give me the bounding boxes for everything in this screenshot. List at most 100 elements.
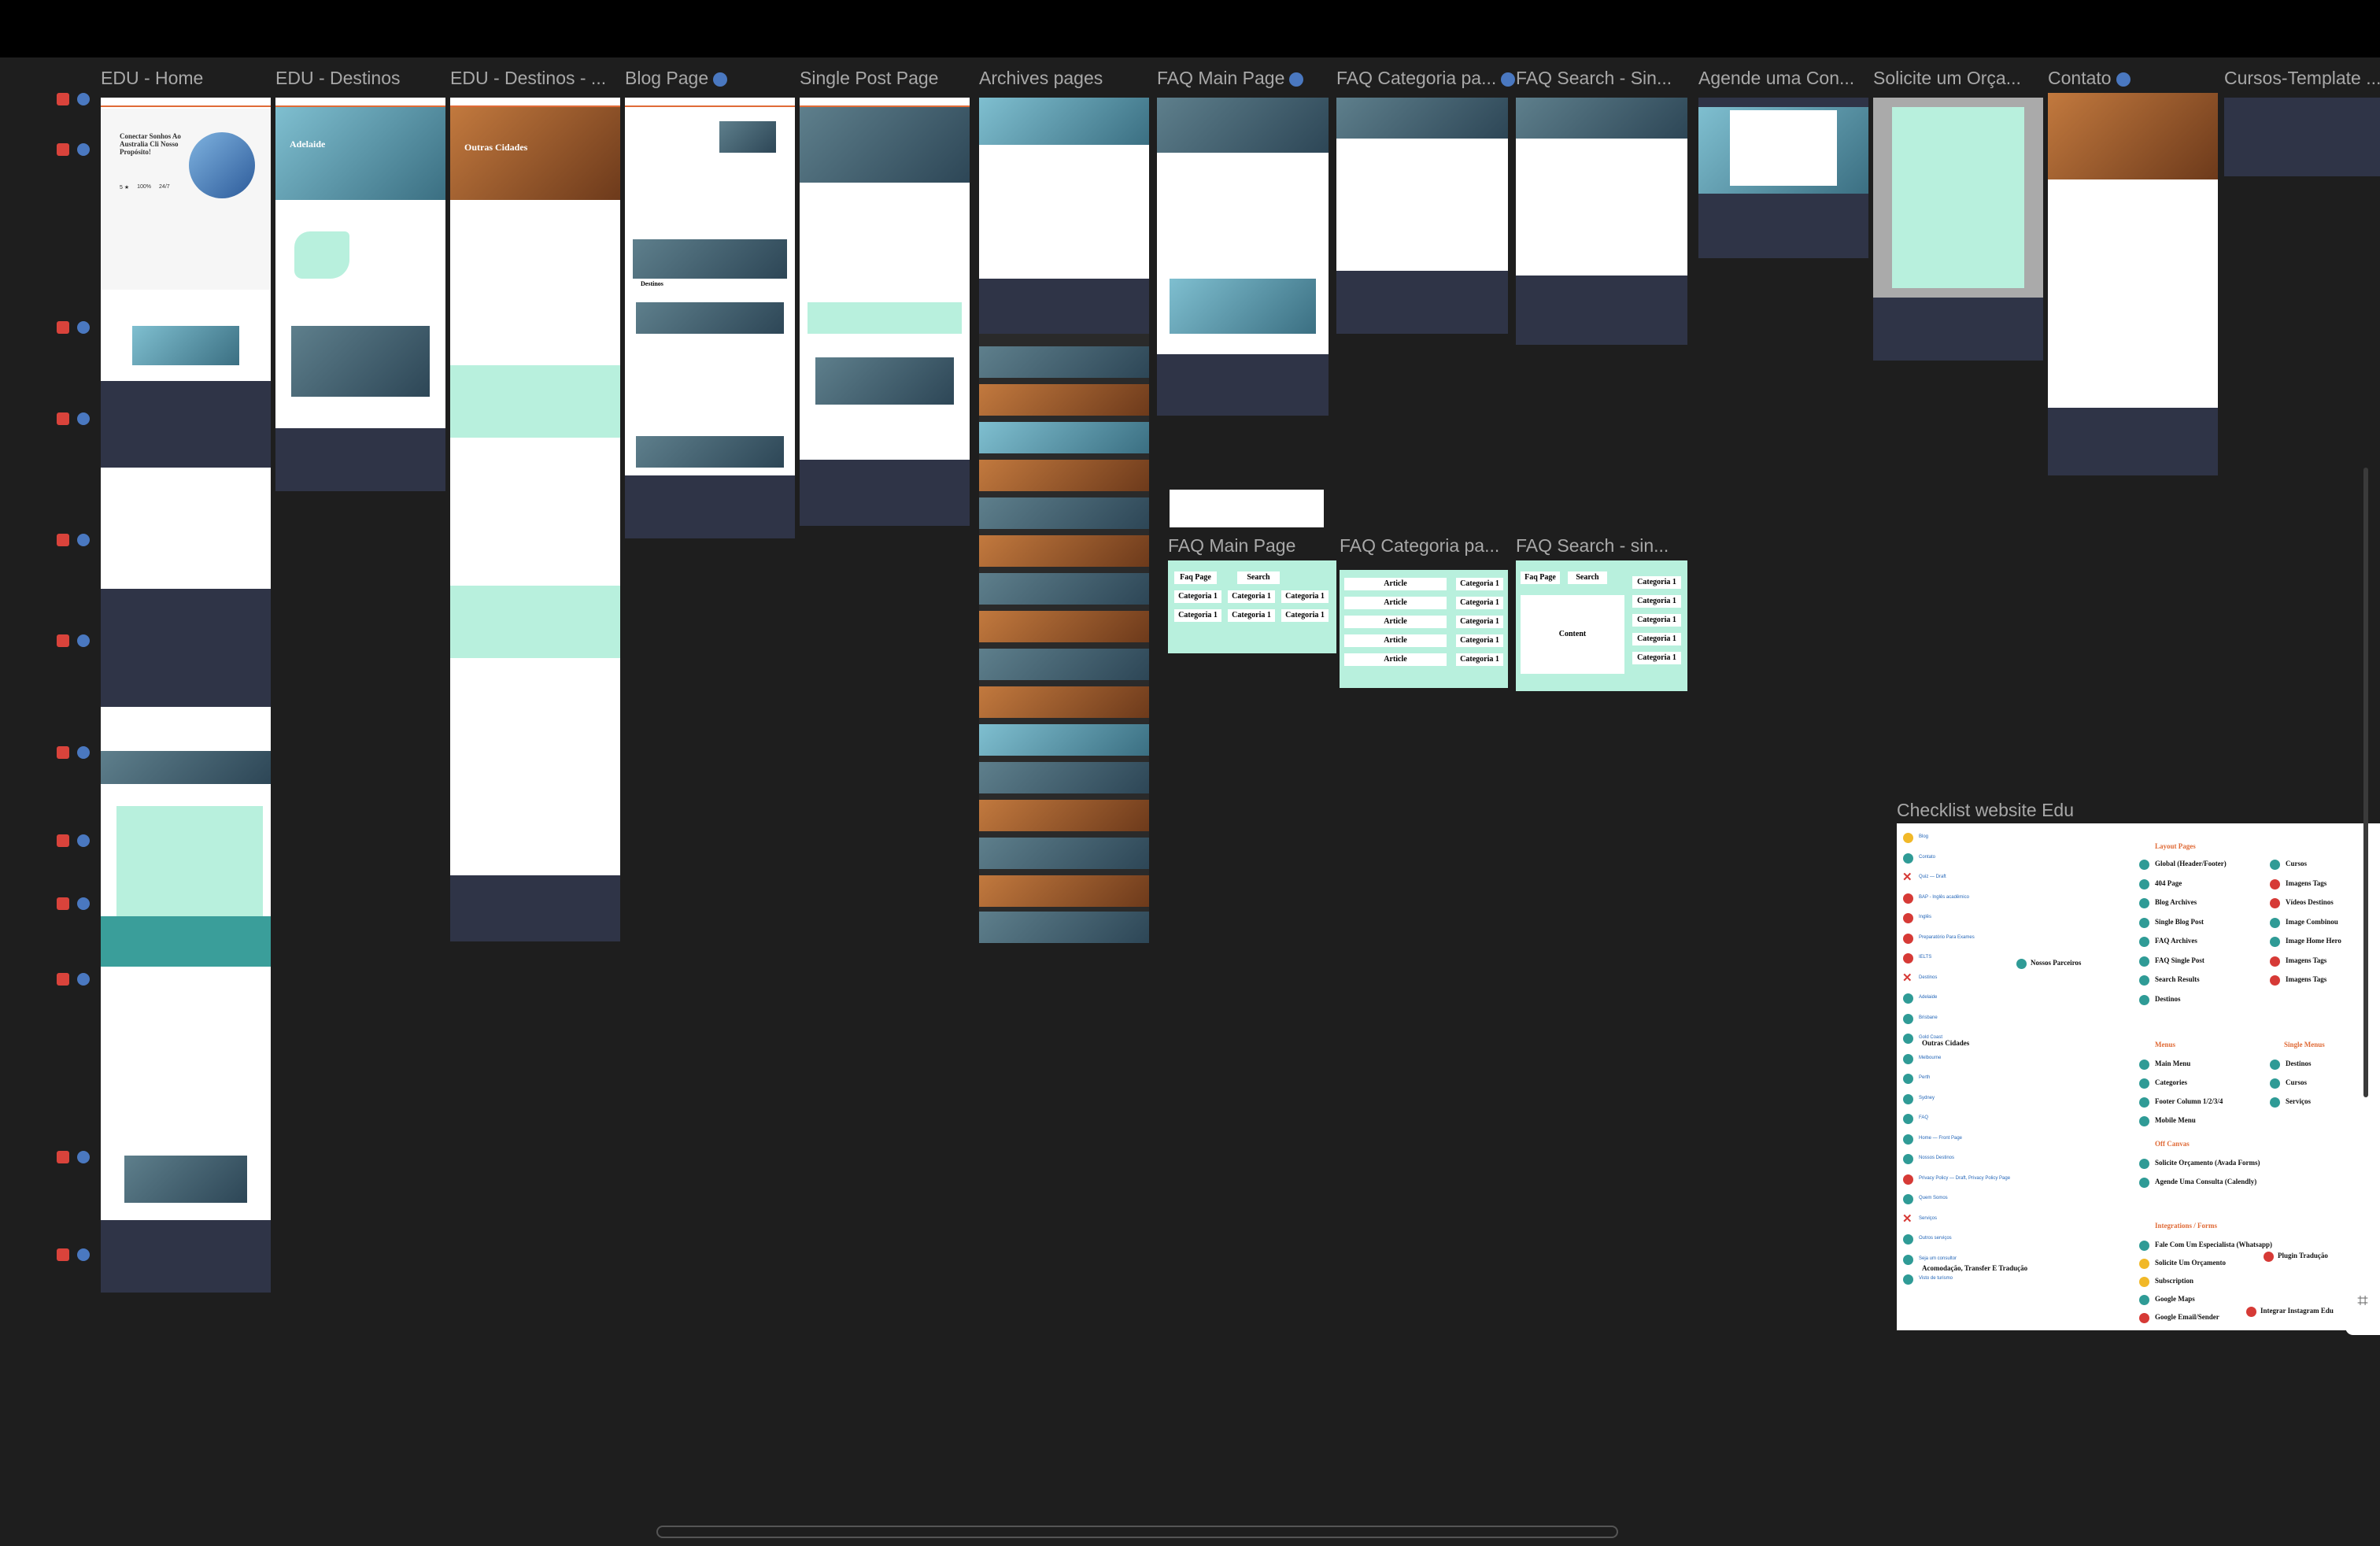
wordpress-icon[interactable] [77,143,90,156]
status-dot [2270,1060,2280,1070]
archive-strip-6 [979,535,1149,567]
figma-icon[interactable] [57,1151,69,1163]
status-dot [2270,1078,2280,1089]
status-dot [2139,1259,2149,1269]
wire-title-faq-categoria[interactable]: FAQ Categoria pa... [1340,535,1499,557]
footer [800,460,970,526]
frame-title-agende[interactable]: Agende uma Con... [1698,68,1854,89]
footer [1516,276,1687,345]
checklist-page-item: FAQ [1919,1115,1929,1120]
outras-cidades-label: Outras Cidades [1922,1039,1970,1047]
frame-edu-destinos[interactable]: Adelaide [275,98,445,491]
checklist-board[interactable]: Blog Contato ✕ Quiz — Draft BAP - Inglês aca… [1897,823,2380,1330]
frame-title-edu-destinos[interactable]: EDU - Destinos [275,68,400,89]
frame-contato[interactable] [2048,93,2218,475]
frame-edu-destinos-2[interactable]: Outras Cidades [450,98,620,941]
figma-icon[interactable] [57,834,69,847]
frame-faq-main[interactable] [1157,98,1329,416]
figma-icon[interactable] [57,93,69,105]
wordpress-icon[interactable] [77,1151,90,1163]
wordpress-icon[interactable] [77,834,90,847]
figma-icon[interactable] [57,143,69,156]
status-dot [2139,1295,2149,1305]
wordpress-icon[interactable] [77,412,90,425]
status-dot [2139,1241,2149,1251]
map-section [450,664,620,845]
nav-bar [800,98,970,107]
wordpress-icon[interactable] [77,897,90,910]
figma-icon[interactable] [57,534,69,546]
wire-title-faq-search[interactable]: FAQ Search - sin... [1516,535,1669,557]
figma-icon[interactable] [57,321,69,334]
wordpress-icon[interactable] [77,534,90,546]
frame-title-solicite[interactable]: Solicite um Orça... [1873,68,2021,89]
frame-title-edu-home[interactable]: EDU - Home [101,68,203,89]
frame-edu-home[interactable]: Conectar Sonhos Ao Australia Cli Nosso P… [101,98,271,1293]
status-dot [1903,1114,1913,1124]
layout-extra-item: Image Combinou [2286,917,2338,926]
frame-title-single-post[interactable]: Single Post Page [800,68,938,89]
figma-icon[interactable] [57,973,69,986]
photo-grid [124,1156,247,1203]
wordpress-icon[interactable] [77,321,90,334]
footer [101,1220,271,1293]
wordpress-icon[interactable] [77,1248,90,1261]
frame-agende[interactable] [1698,98,1868,258]
wire-category: Categoria 1 [1228,609,1275,622]
footer [450,875,620,941]
wire-category: Categoria 1 [1456,578,1503,590]
wordpress-icon[interactable] [77,634,90,647]
checklist-title[interactable]: Checklist website Edu [1897,800,2074,821]
frame-title-faq-main[interactable]: FAQ Main Page [1157,68,1304,89]
checklist-page-item: Inglês [1919,915,1932,919]
frame-solicite[interactable] [1873,98,2043,361]
menus-heading: Menus [2155,1041,2176,1049]
frame-title-blog-page[interactable]: Blog Page [625,68,728,89]
status-dot [1903,1194,1913,1204]
faq-footer-preview[interactable] [1170,490,1324,527]
frame-title-archives[interactable]: Archives pages [979,68,1103,89]
frame-cursos[interactable] [2224,98,2380,176]
frame-blog-page[interactable]: Destinos [625,98,795,538]
wire-title-faq-main[interactable]: FAQ Main Page [1168,535,1295,557]
off-canvas-item: Solicite Orçamento (Avada Forms) [2155,1159,2260,1167]
status-dot [2139,956,2149,967]
figma-icon[interactable] [57,634,69,647]
contato-hero [2048,93,2218,179]
frame-title-contato[interactable]: Contato [2048,68,2131,89]
figma-icon[interactable] [57,1248,69,1261]
wire-category: Categoria 1 [1174,609,1221,622]
wordpress-icon [1501,72,1516,87]
frame-title-cursos[interactable]: Cursos-Template ... [2224,68,2380,89]
figma-icon[interactable] [57,897,69,910]
wordpress-icon[interactable] [77,973,90,986]
frame-title-faq-categoria[interactable]: FAQ Categoria pa... [1336,68,1516,89]
frame-faq-search[interactable] [1516,98,1687,345]
panel-toggle-icon[interactable]: ⌗ [2345,1267,2380,1335]
frame-archives[interactable] [979,98,1149,943]
calendar-widget [1730,110,1837,186]
x-status-icon: ✕ [1902,971,1913,985]
status-dot [1903,833,1913,843]
figma-icon[interactable] [57,412,69,425]
frame-title-edu-destinos-2[interactable]: EDU - Destinos - ... [450,68,606,89]
faq-hero [1516,98,1687,139]
archive-strip-15 [979,875,1149,907]
horizontal-scrollbar[interactable] [656,1526,1618,1538]
wire-category: Categoria 1 [1174,590,1221,603]
archive-strip-9 [979,649,1149,680]
status-dot [2270,860,2280,870]
wireframe-faq-categoria[interactable]: Article Article Article Article Article … [1340,570,1508,688]
layout-extra-item: Cursos [2286,860,2308,867]
figma-icon[interactable] [57,746,69,759]
frame-single-post[interactable] [800,98,970,526]
wordpress-icon[interactable] [77,93,90,105]
status-dot [2139,878,2149,890]
wordpress-icon[interactable] [77,746,90,759]
frame-title-faq-search[interactable]: FAQ Search - Sin... [1516,68,1672,89]
frame-faq-categoria[interactable] [1336,98,1508,334]
wireframe-faq-search[interactable]: Faq Page Search Content Categoria 1 Cate… [1516,560,1687,691]
nav-bar [450,98,620,107]
vertical-scrollbar[interactable] [2363,468,2368,1097]
wireframe-faq-main[interactable]: Faq Page Search Categoria 1 Categoria 1 … [1168,560,1336,653]
